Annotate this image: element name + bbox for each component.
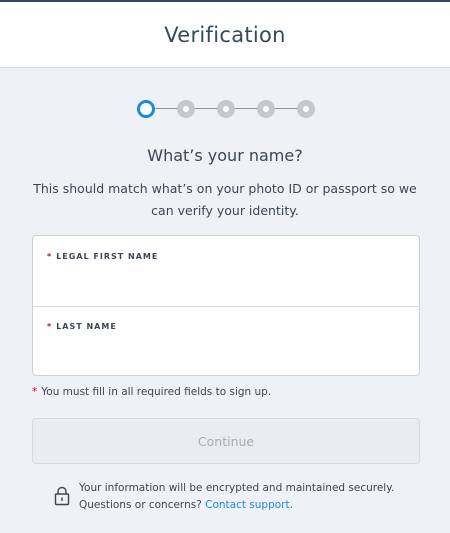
required-asterisk: * xyxy=(32,386,38,398)
security-notice: Your information will be encrypted and m… xyxy=(54,480,424,520)
first-name-input[interactable] xyxy=(47,266,411,298)
form-description: This should match what’s on your photo I… xyxy=(33,181,417,218)
security-text-line-2: Questions or concerns? Contact support. xyxy=(79,499,293,511)
required-asterisk: * xyxy=(47,252,53,261)
form-heading: What’s your name? xyxy=(147,146,303,165)
header-bar: Verification xyxy=(0,0,450,68)
step-5 xyxy=(297,100,315,118)
page-title: Verification xyxy=(164,22,286,47)
step-connector xyxy=(155,108,177,109)
last-name-input[interactable] xyxy=(47,336,411,368)
step-1-current xyxy=(137,100,155,118)
name-form: * LEGAL FIRST NAME * LAST NAME xyxy=(32,235,420,376)
continue-button[interactable]: Continue xyxy=(32,418,420,464)
required-fields-note: * You must fill in all required fields to… xyxy=(32,386,272,398)
last-name-label: * LAST NAME xyxy=(47,322,117,331)
first-name-label: * LEGAL FIRST NAME xyxy=(47,252,159,261)
first-name-field[interactable]: * LEGAL FIRST NAME xyxy=(33,236,419,307)
step-3 xyxy=(217,100,235,118)
progress-stepper xyxy=(137,98,315,120)
last-name-field[interactable]: * LAST NAME xyxy=(33,306,419,376)
step-connector xyxy=(235,108,257,109)
step-connector xyxy=(195,108,217,109)
step-connector xyxy=(275,108,297,109)
step-4 xyxy=(257,100,275,118)
contact-support-link[interactable]: Contact support xyxy=(205,499,290,511)
security-text-line-1: Your information will be encrypted and m… xyxy=(79,482,395,494)
lock-icon xyxy=(54,486,70,506)
required-asterisk: * xyxy=(47,322,53,331)
step-2 xyxy=(177,100,195,118)
